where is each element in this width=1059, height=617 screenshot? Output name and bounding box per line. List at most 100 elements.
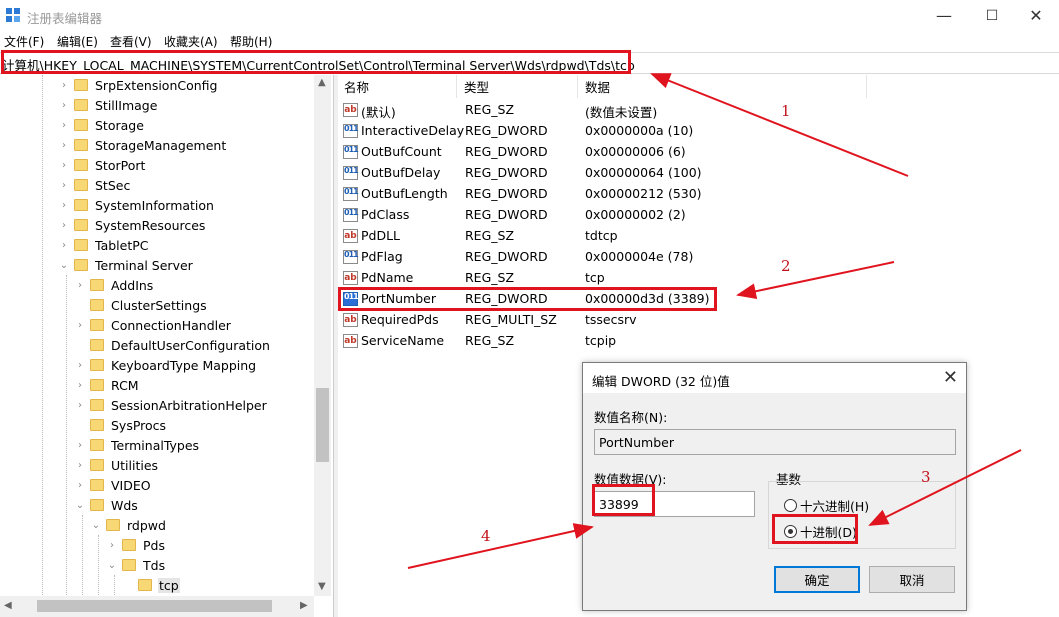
annotation-number-3: 3 <box>921 468 931 486</box>
expand-arrow-icon[interactable]: › <box>58 100 70 111</box>
maximize-button[interactable]: ☐ <box>969 0 1015 31</box>
tree-item-video[interactable]: › VIDEO <box>74 475 152 495</box>
folder-open-icon <box>74 259 88 271</box>
menu-favorites[interactable]: 收藏夹(A) <box>164 33 218 50</box>
expand-arrow-icon[interactable]: › <box>58 220 70 231</box>
expand-arrow-icon[interactable]: › <box>74 360 86 371</box>
value-data: (数值未设置) <box>585 105 658 120</box>
folder-icon <box>74 99 88 111</box>
tree-item-systemresources[interactable]: › SystemResources <box>58 215 206 235</box>
expand-arrow-icon[interactable]: › <box>58 160 70 171</box>
collapse-arrow-icon[interactable]: ⌄ <box>58 260 70 271</box>
dialog-close-icon[interactable]: ✕ <box>943 367 958 388</box>
tree-item-tds[interactable]: ⌄ Tds <box>106 555 166 575</box>
tree-item-tabletpc[interactable]: › TabletPC <box>58 235 150 255</box>
tree-item-keyboardtype-mapping[interactable]: › KeyboardType Mapping <box>74 355 257 375</box>
tree-vertical-scrollbar[interactable]: ▲ ▼ <box>314 75 331 596</box>
value-name: PdFlag <box>361 249 403 264</box>
ok-button[interactable]: 确定 <box>774 566 860 593</box>
tree-item-sysprocs[interactable]: SysProcs <box>74 415 167 435</box>
hex-radio[interactable]: 十六进制(H) <box>784 496 869 515</box>
menu-edit[interactable]: 编辑(E) <box>57 33 98 50</box>
tree-item-storport[interactable]: › StorPort <box>58 155 146 175</box>
value-row[interactable]: 011 OutBufCount REG_DWORD 0x00000006 (6) <box>338 142 1059 163</box>
expand-arrow-icon[interactable]: › <box>58 240 70 251</box>
menu-help[interactable]: 帮助(H) <box>230 33 272 50</box>
tree-item-defaultuserconfiguration[interactable]: DefaultUserConfiguration <box>74 335 271 355</box>
column-header-type[interactable]: 类型 <box>458 75 578 98</box>
value-row[interactable]: 011 PdClass REG_DWORD 0x00000002 (2) <box>338 205 1059 226</box>
column-header-data[interactable]: 数据 <box>579 75 867 98</box>
minimize-button[interactable]: — <box>921 0 967 31</box>
value-row[interactable]: ab ServiceName REG_SZ tcpip <box>338 331 1059 352</box>
folder-icon <box>74 79 88 91</box>
expand-arrow-icon[interactable]: › <box>58 120 70 131</box>
tree-item-utilities[interactable]: › Utilities <box>74 455 159 475</box>
expand-arrow-icon[interactable]: › <box>74 440 86 451</box>
cancel-button[interactable]: 取消 <box>869 566 955 593</box>
value-row[interactable]: 011 OutBufLength REG_DWORD 0x00000212 (530) <box>338 184 1059 205</box>
expand-arrow-icon[interactable]: › <box>106 540 118 551</box>
tree-horizontal-scrollbar[interactable]: ◀ ▶ <box>0 596 314 617</box>
tree-item-pds[interactable]: › Pds <box>106 535 166 555</box>
tree-item-clustersettings[interactable]: ClusterSettings <box>74 295 208 315</box>
value-row[interactable]: ab PdName REG_SZ tcp <box>338 268 1059 289</box>
value-row[interactable]: ab RequiredPds REG_MULTI_SZ tssecsrv <box>338 310 1059 331</box>
menu-view[interactable]: 查看(V) <box>110 33 152 50</box>
expand-arrow-icon[interactable]: › <box>74 460 86 471</box>
value-type: REG_SZ <box>465 228 515 243</box>
collapse-arrow-icon[interactable]: ⌄ <box>90 520 102 531</box>
expand-arrow-icon[interactable]: › <box>58 140 70 151</box>
tree-item-rcm[interactable]: › RCM <box>74 375 140 395</box>
close-button[interactable]: ✕ <box>1013 0 1059 31</box>
scroll-down-icon[interactable]: ▼ <box>318 581 326 592</box>
tree-item-terminal-server[interactable]: ⌄ Terminal Server <box>58 255 194 275</box>
value-row[interactable]: ab PdDLL REG_SZ tdtcp <box>338 226 1059 247</box>
dialog-title: 编辑 DWORD (32 位)值 <box>592 374 730 389</box>
registry-key-tree[interactable]: › SrpExtensionConfig › StillImage › Storage… <box>0 75 333 617</box>
collapse-arrow-icon[interactable]: ⌄ <box>106 560 118 571</box>
column-header-name[interactable]: 名称 <box>338 75 457 98</box>
annotation-box-portnumber <box>338 287 717 311</box>
collapse-arrow-icon[interactable]: ⌄ <box>74 500 86 511</box>
expand-arrow-icon[interactable]: › <box>74 480 86 491</box>
value-row[interactable]: 011 PdFlag REG_DWORD 0x0000004e (78) <box>338 247 1059 268</box>
expand-arrow-icon[interactable]: › <box>74 380 86 391</box>
value-row[interactable]: 011 InteractiveDelay REG_DWORD 0x0000000a (… <box>338 121 1059 142</box>
value-name: OutBufCount <box>361 144 442 159</box>
tree-item-terminaltypes[interactable]: › TerminalTypes <box>74 435 200 455</box>
value-data: 0x00000212 (530) <box>585 186 702 201</box>
tree-item-stsec[interactable]: › StSec <box>58 175 131 195</box>
tree-item-srpextensionconfig[interactable]: › SrpExtensionConfig <box>58 75 218 95</box>
tree-guide-line <box>42 75 43 617</box>
tree-item-wds[interactable]: ⌄ Wds <box>74 495 139 515</box>
expand-arrow-icon[interactable]: › <box>74 400 86 411</box>
value-row[interactable]: 011 OutBufDelay REG_DWORD 0x00000064 (100) <box>338 163 1059 184</box>
expand-arrow-icon[interactable]: › <box>58 200 70 211</box>
value-name: (默认) <box>361 105 396 120</box>
expand-arrow-icon[interactable]: › <box>58 80 70 91</box>
tree-item-tcp-selected[interactable]: tcp <box>122 575 180 595</box>
menu-file[interactable]: 文件(F) <box>4 33 44 50</box>
tree-item-sessionarbitrationhelper[interactable]: › SessionArbitrationHelper <box>74 395 268 415</box>
expand-arrow-icon[interactable]: › <box>74 320 86 331</box>
tree-item-storage[interactable]: › Storage <box>58 115 145 135</box>
scroll-up-icon[interactable]: ▲ <box>318 77 326 88</box>
tree-item-rdpwd[interactable]: ⌄ rdpwd <box>90 515 167 535</box>
value-row[interactable]: ab (默认) REG_SZ (数值未设置) <box>338 100 1059 121</box>
tree-item-storagemanagement[interactable]: › StorageManagement <box>58 135 227 155</box>
scroll-right-icon[interactable]: ▶ <box>300 600 308 611</box>
dword-value-icon: 011 <box>343 187 359 201</box>
tree-item-systeminformation[interactable]: › SystemInformation <box>58 195 215 215</box>
radio-unchecked-icon[interactable] <box>784 499 797 512</box>
string-value-icon: ab <box>343 229 358 243</box>
expand-arrow-icon[interactable]: › <box>58 180 70 191</box>
tree-item-addins[interactable]: › AddIns <box>74 275 154 295</box>
expand-arrow-icon[interactable]: › <box>74 280 86 291</box>
tree-item-stillimage[interactable]: › StillImage <box>58 95 158 115</box>
tree-vertical-scroll-thumb[interactable] <box>316 388 329 462</box>
scroll-left-icon[interactable]: ◀ <box>4 600 12 611</box>
tree-horizontal-scroll-thumb[interactable] <box>37 600 272 612</box>
tree-item-connectionhandler[interactable]: › ConnectionHandler <box>74 315 232 335</box>
window-title: 注册表编辑器 <box>27 11 103 26</box>
